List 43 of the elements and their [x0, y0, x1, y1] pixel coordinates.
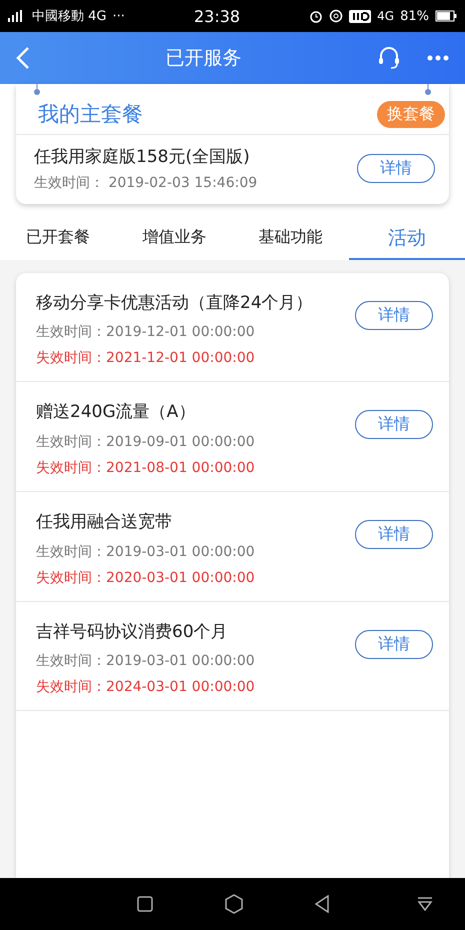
home-icon[interactable]	[224, 894, 242, 914]
expiry-time: 失效时间：2021-08-01 00:00:00	[36, 458, 256, 477]
effective-time: 生效时间： 2019-02-03 15:46:09	[34, 174, 258, 192]
detail-button[interactable]: 详情	[355, 520, 433, 549]
detail-button[interactable]: 详情	[355, 630, 433, 659]
alarm-icon	[309, 9, 324, 23]
tab[interactable]: 基础功能	[232, 218, 349, 260]
hd-icon	[349, 10, 372, 22]
effective-time: 生效时间：2019-03-01 00:00:00	[36, 652, 256, 670]
time-text: 23:38	[192, 6, 242, 26]
headset-icon[interactable]	[377, 45, 401, 71]
expiry-time: 失效时间：2020-03-01 00:00:00	[36, 568, 256, 587]
detail-button[interactable]: 详情	[355, 410, 433, 440]
expiry-time: 失效时间：2024-03-01 00:00:00	[36, 678, 256, 696]
effective-time: 生效时间：2019-12-01 00:00:00	[36, 323, 256, 342]
activity-name: 吉祥号码协议消费60个月	[36, 620, 229, 644]
network-text: 4G	[377, 9, 394, 23]
change-plan-button[interactable]: 换套餐	[377, 100, 445, 128]
plan-section-title: 我的主套餐	[38, 101, 143, 128]
tab[interactable]: 活动	[348, 218, 465, 260]
recents-icon[interactable]	[136, 896, 152, 912]
detail-button[interactable]: 详情	[355, 300, 433, 330]
battery-icon	[435, 10, 457, 22]
more-text: ···	[112, 8, 125, 24]
page-title: 已开服务	[164, 46, 242, 71]
battery-text: 81%	[400, 8, 429, 24]
activity-name: 赠送240G流量（A）	[36, 401, 196, 424]
back-button[interactable]	[16, 46, 30, 70]
pin-icon	[33, 84, 41, 96]
effective-time: 生效时间：2019-03-01 00:00:00	[36, 542, 256, 561]
activity-name: 任我用融合送宽带	[36, 510, 173, 534]
more-icon[interactable]	[427, 55, 449, 61]
plan-name: 任我用家庭版158元(全国版)	[34, 146, 251, 169]
detail-button[interactable]: 详情	[357, 154, 435, 183]
pin-icon	[424, 84, 432, 96]
tab[interactable]: 增值业务	[116, 218, 232, 260]
carrier-text: 中國移動 4G	[32, 8, 106, 25]
activity-name: 移动分享卡优惠活动（直降24个月）	[36, 292, 314, 315]
back-icon[interactable]	[314, 895, 328, 913]
expiry-time: 失效时间：2021-12-01 00:00:00	[36, 349, 256, 368]
tab[interactable]: 已开套餐	[0, 218, 116, 260]
dropdown-icon[interactable]	[417, 897, 433, 911]
effective-time: 生效时间：2019-09-01 00:00:00	[36, 432, 256, 451]
